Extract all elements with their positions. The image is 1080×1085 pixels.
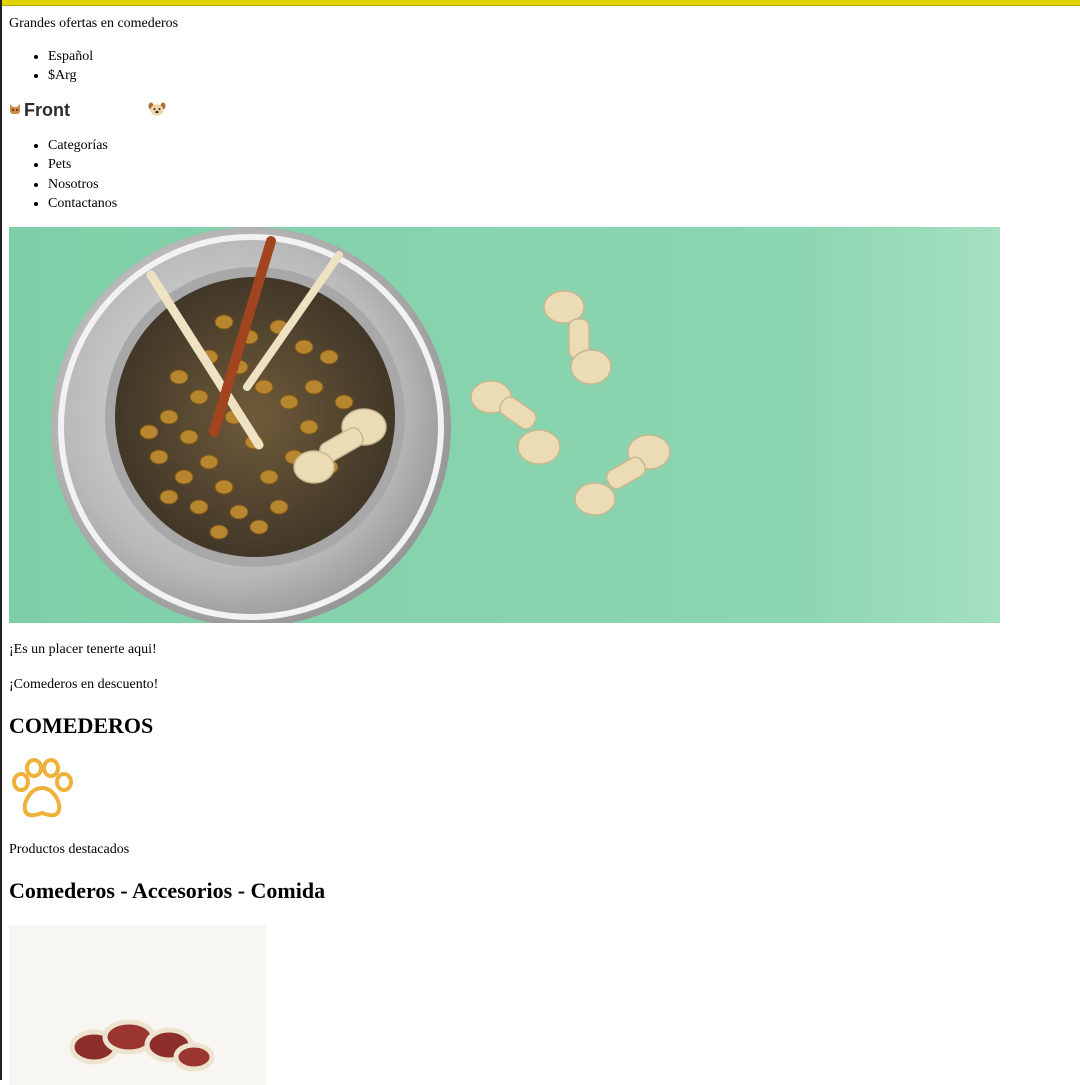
language-selector[interactable]: Español — [48, 47, 1069, 66]
featured-label: Productos destacados — [9, 842, 130, 858]
hero-image — [9, 227, 1000, 624]
dog-face-icon[interactable] — [148, 102, 166, 120]
cat-face-icon — [9, 104, 21, 117]
brand-row: Front — [9, 100, 1069, 122]
nav-item-contactanos[interactable]: Contactanos — [48, 194, 1069, 213]
promo-banner: Grandes ofertas en comederos — [9, 16, 179, 31]
page-content: Grandes ofertas en comederos Español $Ar… — [9, 14, 1069, 1085]
locale-list: Español $Arg — [9, 47, 1069, 86]
categories-title: Comederos - Accesorios - Comida — [9, 878, 326, 904]
brand-logo[interactable]: Front — [9, 100, 70, 121]
currency-selector[interactable]: $Arg — [48, 66, 1069, 85]
section-title: COMEDEROS — [9, 713, 154, 739]
paw-icon — [12, 758, 73, 818]
main-nav: Categorías Pets Nosotros Contactanos — [9, 136, 1069, 214]
nav-item-nosotros[interactable]: Nosotros — [48, 175, 1069, 194]
welcome-text: ¡Es un placer tenerte aqui! — [9, 642, 157, 658]
discount-text: ¡Comederos en descuento! — [9, 677, 159, 693]
nav-item-pets[interactable]: Pets — [48, 155, 1069, 174]
top-accent-bar — [0, 0, 1080, 6]
brand-name: Front — [24, 100, 70, 121]
product-image[interactable] — [9, 925, 266, 1085]
window-left-edge — [0, 0, 2, 1080]
nav-item-categorias[interactable]: Categorías — [48, 136, 1069, 155]
